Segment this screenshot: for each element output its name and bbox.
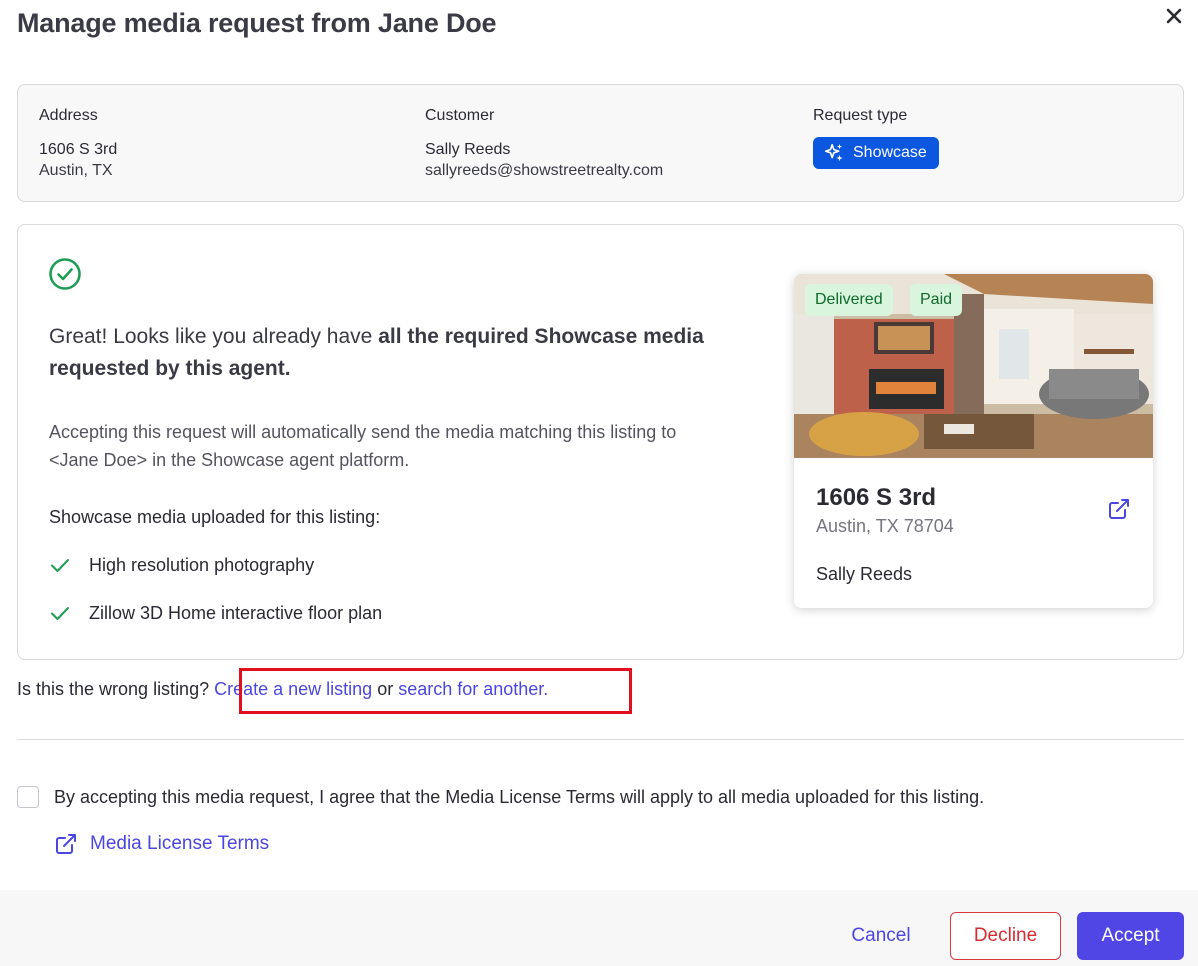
media-license-terms-link[interactable]: Media License Terms [54, 832, 269, 856]
cancel-button[interactable]: Cancel [838, 912, 924, 960]
agree-terms-text: By accepting this media request, I agree… [54, 787, 985, 807]
media-item: High resolution photography [49, 554, 314, 576]
customer-label: Customer [425, 107, 495, 124]
request-type-column: Request type Showcase [813, 107, 939, 169]
media-item-label: Zillow 3D Home interactive floor plan [89, 602, 383, 623]
customer-email: sallyreeds@showstreetrealty.com [425, 162, 664, 179]
address-column: Address 1606 S 3rd Austin, TX [39, 107, 117, 181]
success-check-circle-icon [49, 258, 81, 290]
paid-badge: Paid [910, 284, 963, 316]
customer-column: Customer Sally Reeds sallyreeds@showstre… [425, 107, 663, 181]
uploaded-media-title: Showcase media uploaded for this listing… [49, 507, 381, 527]
match-headline: Great! Looks like you already have all t… [49, 321, 709, 385]
address-label: Address [39, 107, 98, 124]
card-city: Austin, TX 78704 [816, 516, 954, 536]
media-item-label: High resolution photography [89, 554, 315, 575]
card-address: 1606 S 3rd [816, 484, 937, 511]
card-agent: Sally Reeds [816, 564, 913, 584]
modal-footer: Cancel Decline Accept [0, 890, 1198, 966]
check-icon [51, 607, 69, 620]
request-type-label: Request type [813, 107, 908, 124]
address-line2: Austin, TX [39, 162, 113, 179]
decline-button[interactable]: Decline [950, 912, 1061, 960]
media-item: Zillow 3D Home interactive floor plan [49, 602, 382, 624]
media-match-panel: Great! Looks like you already have all t… [17, 224, 1184, 660]
listing-card[interactable]: Delivered Paid 1606 S 3rd Austin, TX 787… [794, 274, 1153, 608]
external-link-icon[interactable] [1107, 497, 1131, 521]
headline-prefix: Great! Looks like you already have [49, 325, 379, 348]
showcase-badge-label: Showcase [853, 144, 927, 161]
match-description: Accepting this request will automaticall… [49, 422, 677, 470]
check-icon [51, 559, 69, 572]
media-license-terms-label: Media License Terms [90, 833, 270, 854]
delivered-badge: Delivered [805, 284, 893, 316]
customer-name: Sally Reeds [425, 141, 511, 158]
sparkle-icon [824, 143, 843, 162]
external-link-icon [56, 834, 76, 854]
wrong-listing-prompt: Is this the wrong listing? [17, 679, 215, 699]
request-info-panel: Address 1606 S 3rd Austin, TX Customer S… [17, 84, 1184, 202]
divider [17, 739, 1184, 740]
accept-button[interactable]: Accept [1077, 912, 1184, 960]
agree-terms-checkbox[interactable] [17, 786, 39, 808]
address-line1: 1606 S 3rd [39, 141, 118, 158]
modal-title: Manage media request from Jane Doe [17, 8, 497, 38]
showcase-badge: Showcase [813, 137, 939, 169]
highlight-annotation-box [239, 668, 632, 714]
close-icon[interactable] [1164, 6, 1184, 26]
